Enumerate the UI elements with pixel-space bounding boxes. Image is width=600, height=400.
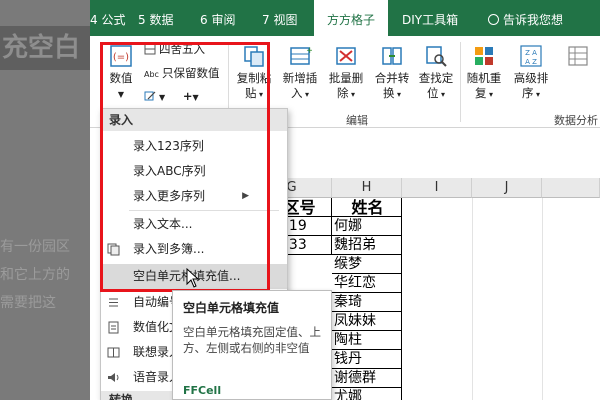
random-icon <box>475 47 493 65</box>
svg-text:A Z: A Z <box>525 58 537 66</box>
article-line-2: 和它上方的 <box>0 267 70 283</box>
new-insert-button[interactable]: + 新增插入 ▾ <box>280 44 320 102</box>
fill-blank-tooltip: 空白单元格填充值 空白单元格填充固定值、上方、左侧或右侧的非空值 FFCell <box>172 290 332 400</box>
ribbon-tab-bar: 4 公式 5 数据 6 审阅 7 视图 方方格子 DIY工具箱 告诉我您想 <box>90 0 600 36</box>
tooltip-brand: FFCell <box>183 384 222 397</box>
column-header-h[interactable]: H <box>332 178 402 198</box>
cell-h-7[interactable]: 陶柱 <box>332 331 402 350</box>
new-insert-label-1: 新增插 <box>282 71 318 85</box>
cell-h-3[interactable]: 缑梦 <box>332 255 402 274</box>
cell-h-5[interactable]: 秦琦 <box>332 293 402 312</box>
tab-diy-toolbox[interactable]: DIY工具箱 <box>402 0 458 36</box>
merge-convert-label-2: 换 <box>382 86 395 100</box>
edit-group-label: 编辑 <box>346 114 368 127</box>
merge-icon <box>382 47 402 65</box>
tab-data[interactable]: 5 数据 <box>138 0 173 36</box>
annotation-highlight-box <box>100 42 270 292</box>
document-icon <box>108 321 119 334</box>
advanced-sort-label-2: 序 <box>521 86 534 100</box>
gridline <box>542 198 543 400</box>
tooltip-title: 空白单元格填充值 <box>183 301 280 315</box>
cell-h-8[interactable]: 钱丹 <box>332 350 402 369</box>
cell-h-4[interactable]: 华红恋 <box>332 274 402 293</box>
merge-convert-button[interactable]: 合并转换 ▾ <box>372 44 412 102</box>
tooltip-body: 空白单元格填充固定值、上方、左侧或右侧的非空值 <box>183 325 321 355</box>
mouse-cursor-icon <box>186 268 200 288</box>
cell-h-header[interactable]: 姓名 <box>332 198 402 217</box>
random-repeat-label-1: 随机重 <box>466 71 502 85</box>
new-insert-label-2: 入 <box>290 86 303 100</box>
ribbon-separator <box>460 42 461 122</box>
cell-h-2[interactable]: 魏招弟 <box>332 236 402 255</box>
random-repeat-button[interactable]: 随机重复 ▾ <box>464 44 504 102</box>
tab-review[interactable]: 6 审阅 <box>200 0 235 36</box>
column-header-i[interactable]: I <box>402 178 472 198</box>
find-locate-label-2: 位 <box>426 86 439 100</box>
analysis-group-label: 数据分析 <box>554 114 598 127</box>
batch-delete-label-2: 除 <box>336 86 349 100</box>
tell-me-box[interactable]: 告诉我您想 <box>488 0 563 36</box>
find-icon <box>426 46 447 67</box>
speaker-icon <box>108 373 119 382</box>
article-line-1: 有一份园区 <box>0 239 70 255</box>
merge-convert-label-1: 合并转 <box>374 71 410 85</box>
more-button[interactable] <box>558 44 598 71</box>
find-locate-button[interactable]: 查找定位 ▾ <box>416 44 456 102</box>
advanced-sort-button[interactable]: Z AA Z 高级排序 ▾ <box>508 44 554 102</box>
cell-h-9[interactable]: 谢德群 <box>332 369 402 388</box>
article-line-3: 需要把这 <box>0 295 56 311</box>
lightbulb-icon <box>488 14 499 25</box>
grid-icon <box>568 46 588 66</box>
insert-icon: + <box>290 46 312 65</box>
column-header-j[interactable]: J <box>472 178 542 198</box>
column-header-blank[interactable] <box>542 178 600 198</box>
delete-icon <box>336 47 356 65</box>
tab-formula[interactable]: 4 公式 <box>90 0 125 36</box>
sort-icon: Z AA Z <box>520 45 542 67</box>
tab-view[interactable]: 7 视图 <box>262 0 297 36</box>
tell-me-label: 告诉我您想 <box>503 13 564 27</box>
find-locate-label-1: 查找定 <box>418 71 454 85</box>
cell-h-1[interactable]: 何娜 <box>332 217 402 236</box>
book-icon <box>107 347 120 358</box>
list-number-icon <box>109 298 118 307</box>
article-heading: 充空白 <box>0 26 90 70</box>
tab-fangfang-gezi[interactable]: 方方格子 <box>314 0 388 36</box>
random-repeat-label-2: 复 <box>474 86 487 100</box>
batch-delete-label-1: 批量删 <box>328 71 364 85</box>
advanced-sort-label-1: 高级排 <box>513 71 549 85</box>
svg-text:Z A: Z A <box>525 49 537 57</box>
svg-text:+: + <box>306 46 312 56</box>
batch-delete-button[interactable]: 批量删除 ▾ <box>326 44 366 102</box>
gridline <box>472 198 473 400</box>
cell-h-10[interactable]: 尤娜 <box>332 388 402 400</box>
cell-h-6[interactable]: 凤妹妹 <box>332 312 402 331</box>
